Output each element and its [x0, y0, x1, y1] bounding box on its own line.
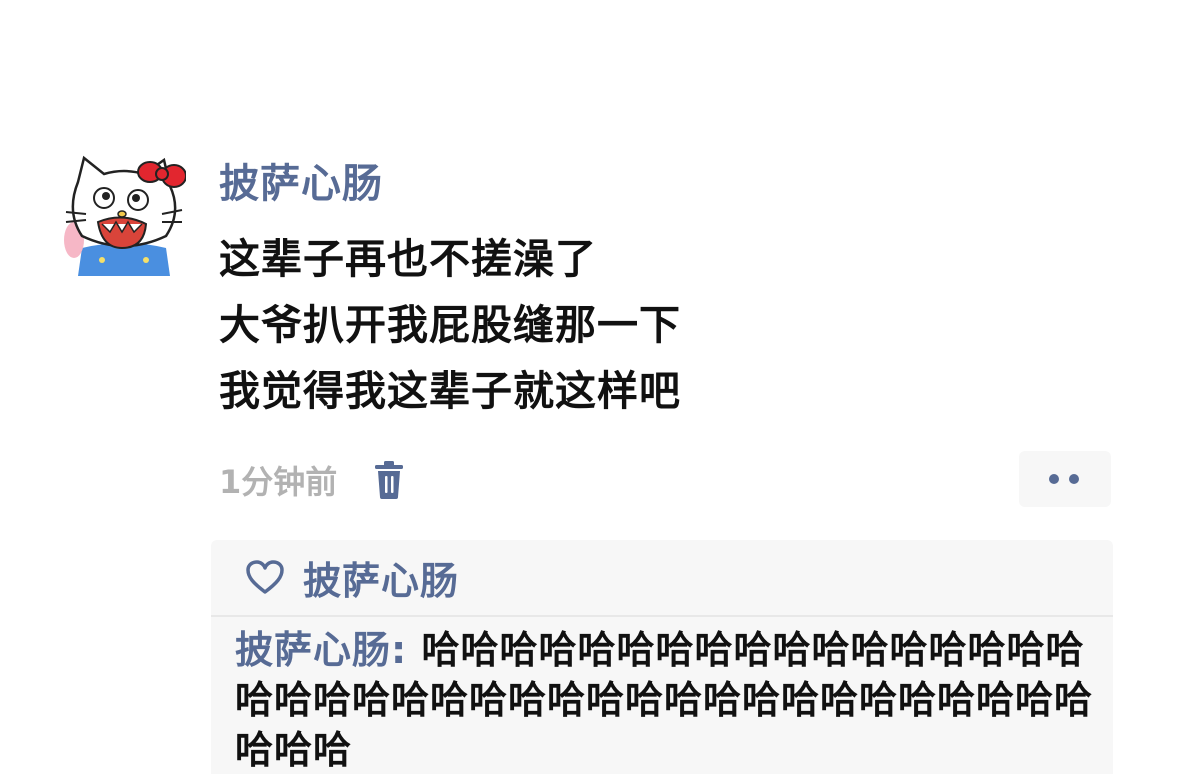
heart-icon	[245, 559, 285, 595]
post-timestamp: 1分钟前	[219, 463, 338, 501]
trash-icon[interactable]	[373, 460, 405, 500]
post-content-line: 大爷扒开我屁股缝那一下	[219, 301, 681, 349]
post-content: 这辈子再也不搓澡了 大爷扒开我屁股缝那一下 我觉得我这辈子就这样吧	[219, 226, 681, 424]
moment-post: 披萨心肠 这辈子再也不搓澡了 大爷扒开我屁股缝那一下 我觉得我这辈子就这样吧 1…	[0, 0, 1179, 774]
post-meta: 1分钟前	[219, 455, 405, 505]
more-actions-button[interactable]	[1019, 451, 1111, 507]
likes-row: 披萨心肠	[211, 540, 1113, 614]
likes-comments-panel: 披萨心肠 披萨心肠: 哈哈哈哈哈哈哈哈哈哈哈哈哈哈哈哈哈哈哈哈哈哈哈哈哈哈哈哈哈…	[211, 540, 1113, 774]
likes-comments-divider	[211, 615, 1113, 617]
post-author-name[interactable]: 披萨心肠	[219, 156, 383, 212]
post-content-line: 这辈子再也不搓澡了	[219, 235, 597, 283]
more-dots-icon	[1049, 474, 1059, 484]
avatar[interactable]	[62, 152, 186, 276]
comment-item[interactable]: 披萨心肠: 哈哈哈哈哈哈哈哈哈哈哈哈哈哈哈哈哈哈哈哈哈哈哈哈哈哈哈哈哈哈哈哈哈哈…	[235, 625, 1107, 774]
hello-kitty-avatar-image	[62, 152, 186, 276]
more-dots-icon	[1069, 474, 1079, 484]
comment-separator: :	[391, 628, 422, 672]
like-user-name[interactable]: 披萨心肠	[303, 550, 459, 605]
comment-author-name[interactable]: 披萨心肠	[235, 628, 391, 672]
post-content-line: 我觉得我这辈子就这样吧	[219, 367, 681, 415]
